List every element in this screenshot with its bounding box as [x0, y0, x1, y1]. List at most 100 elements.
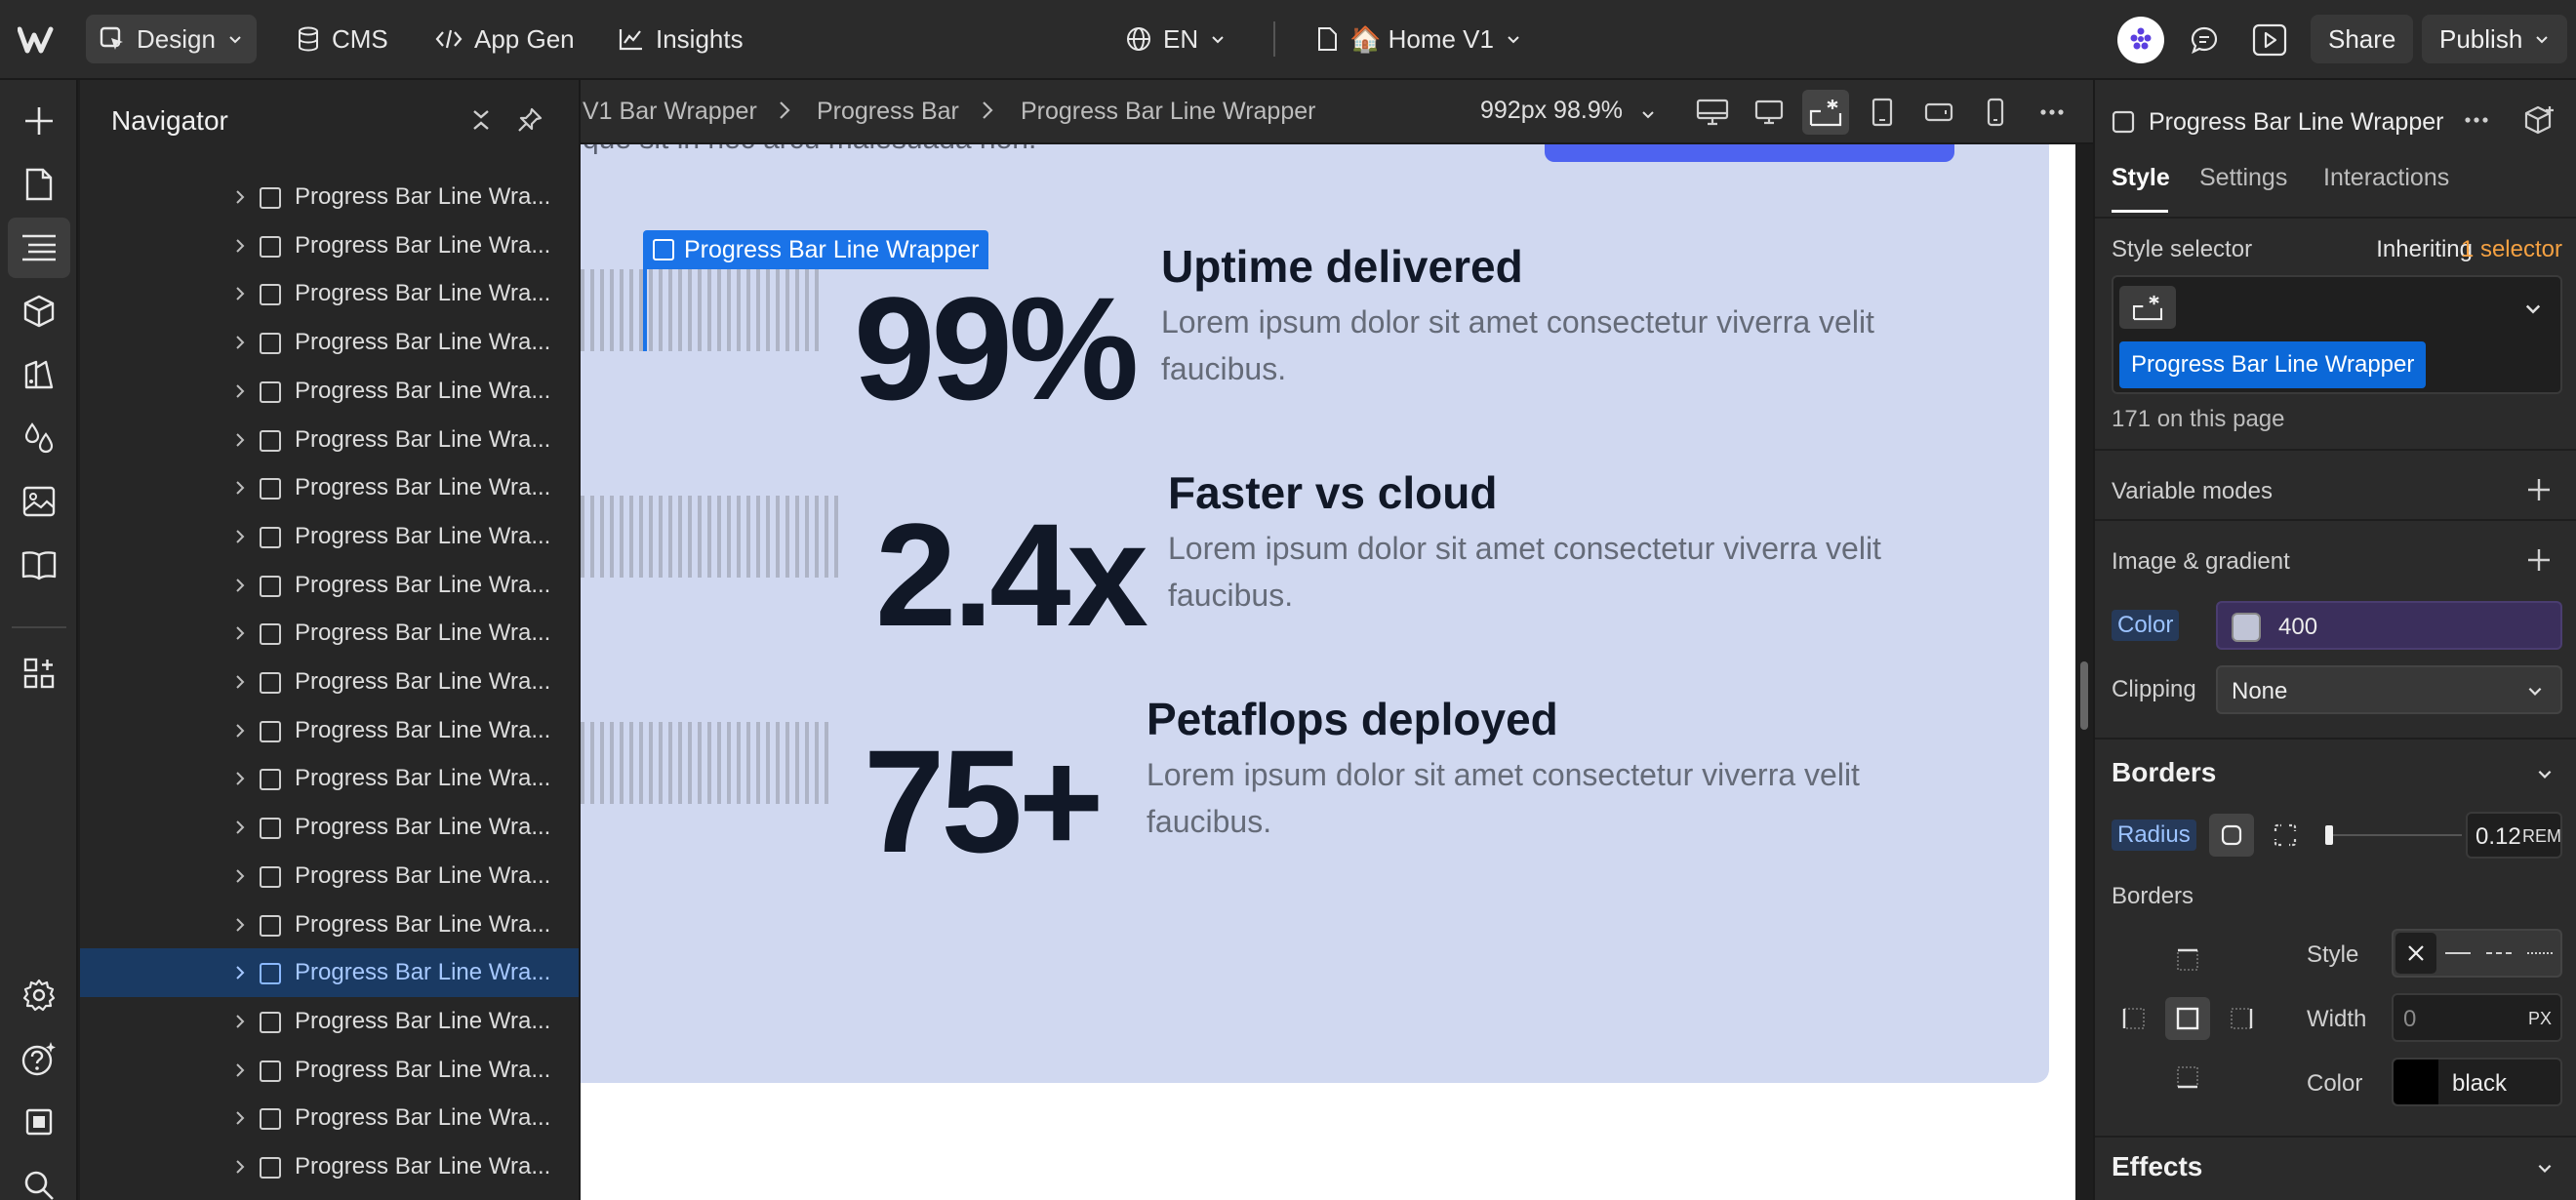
border-style-segmented[interactable] [2392, 929, 2562, 978]
share-button[interactable]: Share [2311, 15, 2414, 63]
chevron-right-icon[interactable] [234, 1158, 246, 1176]
navigator-item[interactable]: Progress Bar Line Wra... [80, 1094, 579, 1142]
chevron-down-icon[interactable] [2536, 1159, 2554, 1177]
chevron-right-icon[interactable] [234, 188, 246, 206]
navigator-item[interactable]: Progress Bar Line Wra... [80, 512, 579, 561]
navigator-item[interactable]: Progress Bar Line Wra... [80, 463, 579, 512]
chevron-right-icon[interactable] [234, 1061, 246, 1079]
canvas-page[interactable]: que sit in nec arcu malesuada non. Progr… [581, 144, 2075, 1200]
style-selectors-button[interactable] [8, 344, 70, 405]
library-button[interactable] [8, 535, 70, 595]
chevron-right-icon[interactable] [234, 1109, 246, 1127]
stat-item[interactable]: 75+ Petaflops deployed Lorem ipsum dolor… [581, 693, 2049, 874]
chevron-right-icon[interactable] [234, 382, 246, 400]
canvas-scrollbar[interactable] [2076, 144, 2093, 1200]
breakpoint-base[interactable] [1802, 90, 1849, 135]
settings-button[interactable] [8, 965, 70, 1025]
components-button[interactable] [8, 281, 70, 341]
border-style-dotted[interactable] [2520, 933, 2559, 974]
chevron-right-icon[interactable] [234, 624, 246, 642]
variables-button[interactable] [8, 408, 70, 468]
radius-slider-handle[interactable] [2325, 825, 2333, 845]
language-selector[interactable]: EN [1112, 15, 1239, 63]
navigator-item[interactable]: Progress Bar Line Wra... [80, 318, 579, 367]
help-button[interactable] [8, 1028, 70, 1089]
navigator-item[interactable]: Progress Bar Line Wra... [80, 416, 579, 464]
chevron-down-icon[interactable] [2523, 299, 2543, 318]
cta-button[interactable] [1545, 144, 1954, 162]
navigator-item[interactable]: Progress Bar Line Wra... [80, 803, 579, 852]
navigator-item[interactable]: Progress Bar Line Wra... [80, 1142, 579, 1191]
radius-slider-track[interactable] [2325, 834, 2462, 836]
breakpoint-state-chip[interactable] [2119, 286, 2176, 329]
chevron-down-icon[interactable] [1640, 106, 1656, 122]
breakpoint-tablet[interactable] [1859, 90, 1906, 135]
pages-button[interactable] [8, 154, 70, 215]
border-style-none[interactable] [2395, 933, 2436, 974]
chevron-right-icon[interactable] [234, 964, 246, 981]
navigator-item[interactable]: Progress Bar Line Wra... [80, 948, 579, 997]
tab-interactions[interactable]: Interactions [2323, 164, 2449, 192]
chevron-right-icon[interactable] [234, 528, 246, 545]
breadcrumb-item[interactable]: Progress Bar [817, 98, 959, 126]
breakpoint-large-desktop[interactable] [1689, 90, 1736, 135]
effects-heading[interactable]: Effects [2112, 1151, 2202, 1182]
navigator-item[interactable]: Progress Bar Line Wra... [80, 1046, 579, 1095]
breakpoint-mobile-portrait[interactable] [1972, 90, 2019, 135]
border-all-button[interactable] [2165, 997, 2210, 1040]
border-top-button[interactable] [2165, 939, 2210, 981]
progress-bar-lines[interactable] [581, 269, 820, 351]
border-color-swatch[interactable] [2394, 1060, 2438, 1104]
avatar[interactable] [2117, 17, 2164, 63]
assets-button[interactable] [8, 471, 70, 532]
style-selector-field[interactable]: Progress Bar Line Wrapper [2112, 275, 2562, 394]
navigator-item[interactable]: Progress Bar Line Wra... [80, 706, 579, 755]
tab-settings[interactable]: Settings [2199, 164, 2287, 192]
chevron-right-icon[interactable] [234, 770, 246, 787]
selected-element-label[interactable]: Progress Bar Line Wrapper [643, 230, 989, 269]
stop-button[interactable] [8, 1092, 70, 1152]
chevron-right-icon[interactable] [234, 285, 246, 302]
borders-heading[interactable]: Borders [2112, 757, 2216, 788]
radius-individual-corners-button[interactable] [2263, 814, 2308, 857]
navigator-item[interactable]: Progress Bar Line Wra... [80, 561, 579, 610]
navigator-button[interactable] [8, 218, 70, 278]
apps-button[interactable] [8, 643, 70, 703]
breakpoint-desktop[interactable] [1746, 90, 1792, 135]
border-right-button[interactable] [2219, 997, 2264, 1040]
color-swatch[interactable] [2232, 613, 2261, 642]
navigator-item[interactable]: Progress Bar Line Wra... [80, 658, 579, 706]
more-options-button[interactable] [2029, 90, 2075, 135]
preview-play-icon[interactable] [2252, 23, 2287, 57]
clipping-select[interactable]: None [2216, 665, 2562, 714]
scrollbar-thumb[interactable] [2080, 661, 2088, 730]
add-element-button[interactable] [8, 91, 70, 151]
tab-style[interactable]: Style [2112, 164, 2170, 192]
border-style-dashed[interactable] [2479, 933, 2518, 974]
navigator-item[interactable]: Progress Bar Line Wra... [80, 269, 579, 318]
class-chip[interactable]: Progress Bar Line Wrapper [2119, 341, 2427, 388]
component-create-icon[interactable] [2524, 104, 2556, 136]
stat-item[interactable]: 2.4x Faster vs cloud Lorem ipsum dolor s… [581, 466, 2049, 648]
border-left-button[interactable] [2112, 997, 2156, 1040]
navigator-item[interactable]: Progress Bar Line Wra... [80, 754, 579, 803]
comments-icon[interactable] [2190, 25, 2219, 55]
app-gen-button[interactable]: App Gen [422, 15, 588, 63]
stats-section[interactable]: que sit in nec arcu malesuada non. Progr… [581, 144, 2049, 1083]
breadcrumb-item[interactable]: Progress Bar Line Wrapper [1021, 98, 1315, 126]
border-color-field[interactable]: black [2392, 1058, 2562, 1106]
chevron-right-icon[interactable] [234, 916, 246, 934]
border-width-unit[interactable]: PX [2528, 1009, 2552, 1029]
chevron-right-icon[interactable] [234, 237, 246, 255]
progress-bar-lines[interactable] [581, 722, 829, 804]
breakpoint-size-readout[interactable]: 992px 98.9% [1480, 97, 1623, 125]
publish-button[interactable]: Publish [2422, 15, 2568, 63]
navigator-item[interactable]: Progress Bar Line Wra... [80, 852, 579, 900]
more-horizontal-icon[interactable] [2464, 116, 2489, 124]
navigator-item[interactable]: Progress Bar Line Wra... [80, 997, 579, 1046]
chevron-right-icon[interactable] [234, 334, 246, 351]
chevron-right-icon[interactable] [234, 867, 246, 885]
navigator-item[interactable]: Progress Bar Line Wra... [80, 221, 579, 270]
navigator-item[interactable]: Progress Bar Line Wra... [80, 173, 579, 221]
radius-input[interactable]: 0.12 REM [2466, 812, 2562, 859]
